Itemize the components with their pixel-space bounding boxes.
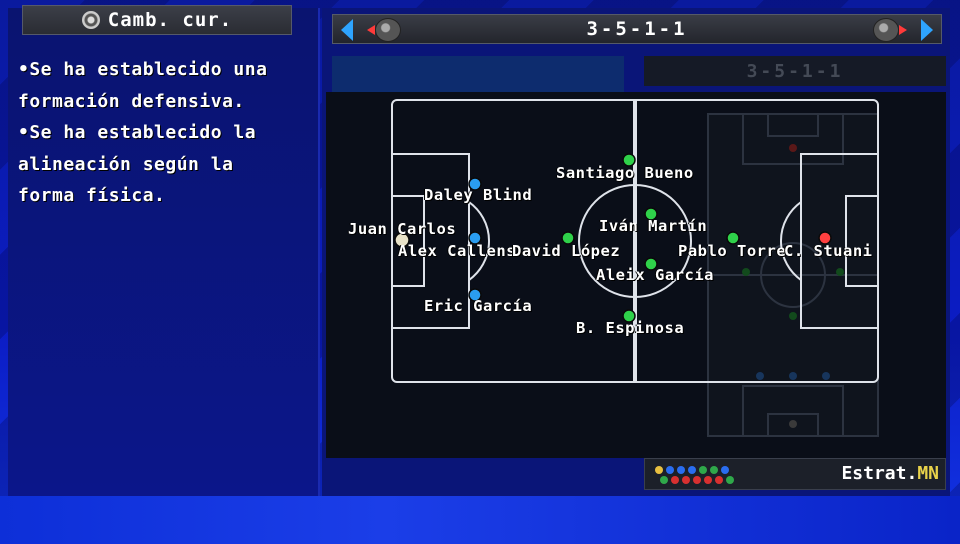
player-label[interactable]: Juan Carlos <box>348 220 456 238</box>
player-label[interactable]: Daley Blind <box>424 186 532 204</box>
info-line: alineación según la <box>18 153 234 175</box>
formation-selector: 3-5-1-1 <box>332 14 942 44</box>
info-line: •Se ha establecido una <box>18 59 268 80</box>
bottom-band <box>0 496 960 544</box>
opponent-pitch <box>707 113 879 437</box>
player-label[interactable]: Iván Martín <box>599 217 707 235</box>
strategy-suffix: MN <box>917 463 939 484</box>
change-cursor-header[interactable]: Camb. cur. <box>22 5 292 35</box>
info-line: •Se ha establecido la <box>18 122 257 143</box>
player-label[interactable]: B. Espinosa <box>576 319 684 337</box>
strategy-label: Estrat.MN <box>841 463 939 484</box>
red-arrow-right-icon <box>899 25 907 35</box>
header-title: Camb. cur. <box>107 9 233 31</box>
ball-swap-icon[interactable] <box>873 18 899 42</box>
formation-label: 3-5-1-1 <box>586 18 688 40</box>
info-line: formación defensiva. <box>18 90 245 112</box>
pitch-area: Juan Carlos Daley Blind Alex Callens Eri… <box>326 92 946 458</box>
strategy-strip[interactable]: Estrat.MN <box>644 458 946 490</box>
info-messages: •Se ha establecido una formación defensi… <box>18 54 313 212</box>
player-label[interactable]: Santiago Bueno <box>556 164 694 182</box>
strategy-text: Estrat. <box>841 463 918 484</box>
circle-button-icon <box>81 11 100 29</box>
player-label[interactable]: Aleix García <box>596 266 714 284</box>
opponent-formation-label: 3-5-1-1 <box>644 56 946 86</box>
info-line: forma física. <box>18 185 166 206</box>
player-label[interactable]: David López <box>512 242 620 260</box>
player-label[interactable]: Eric García <box>424 297 532 315</box>
player-label[interactable]: Pablo Torre <box>678 242 786 260</box>
player-label[interactable]: C. Stuani <box>784 242 873 260</box>
player-label[interactable]: Alex Callens <box>398 242 516 260</box>
strategy-dots <box>655 466 734 484</box>
chevron-right-icon[interactable] <box>921 19 933 41</box>
